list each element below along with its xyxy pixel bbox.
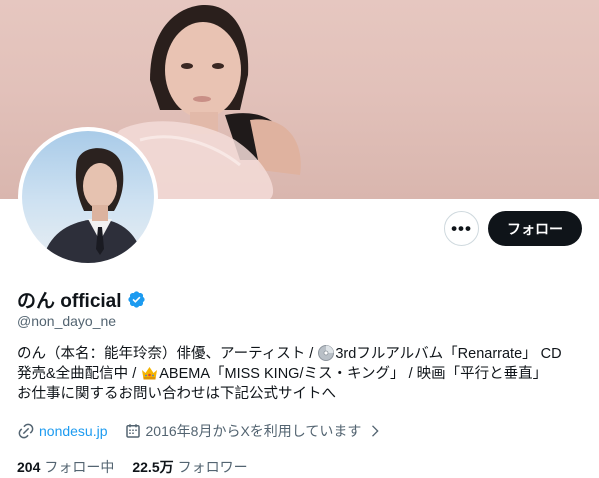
following-label: フォロー中 <box>44 459 115 475</box>
website-link[interactable]: nondesu.jp <box>39 423 108 439</box>
profile-bio: のん（本名：能年玲奈）俳優、アーティスト / 3rdフルアルバム「Renarra… <box>17 344 587 404</box>
bio-line-2: 発売&全曲配信中 / ABEMA「MISS KING/ミス・キング」 / 映画「… <box>17 364 587 384</box>
follow-button-label: フォロー <box>507 220 563 237</box>
followers-count: 22.5万 <box>132 459 174 475</box>
profile-name-row: のん official <box>17 286 146 313</box>
calendar-icon <box>125 424 140 438</box>
more-options-button[interactable]: ••• <box>444 211 479 246</box>
followers-label: フォロワー <box>177 459 248 475</box>
following-stat[interactable]: 204 フォロー中 <box>17 457 114 477</box>
bio-line-1: のん（本名：能年玲奈）俳優、アーティスト / 3rdフルアルバム「Renarra… <box>17 344 587 364</box>
link-icon <box>18 423 34 439</box>
bio-text: ABEMA「MISS KING/ミス・キング」 / 映画「平行と垂直」 <box>159 366 548 382</box>
follow-button[interactable]: フォロー <box>488 211 582 246</box>
avatar-photo <box>42 148 144 263</box>
profile-meta: nondesu.jp 2016年8月からXを利用しています <box>17 421 383 441</box>
website-item[interactable]: nondesu.jp <box>17 422 108 440</box>
follow-stats: 204 フォロー中 22.5万 フォロワー <box>17 457 248 477</box>
following-count: 204 <box>17 459 41 475</box>
joined-item[interactable]: 2016年8月からXを利用しています <box>124 421 384 441</box>
bio-text: 3rdフルアルバム「Renarrate」 CD <box>335 346 562 362</box>
bio-text: 発売&全曲配信中 / <box>17 366 141 382</box>
avatar-frame[interactable] <box>18 127 158 267</box>
chevron-right-icon <box>372 425 379 437</box>
joined-date: 2016年8月からXを利用しています <box>145 423 362 439</box>
cd-disc-icon <box>318 345 335 361</box>
display-name: のん official <box>17 291 122 312</box>
verified-badge-icon[interactable] <box>127 290 146 309</box>
profile-handle: @non_dayo_ne <box>17 313 117 329</box>
bio-line-3: お仕事に関するお問い合わせは下記公式サイトへ <box>17 386 336 402</box>
bio-text: のん（本名：能年玲奈）俳優、アーティスト / <box>17 346 318 362</box>
more-dots-icon: ••• <box>451 218 472 238</box>
crown-icon <box>142 367 158 380</box>
avatar[interactable] <box>22 131 154 263</box>
followers-stat[interactable]: 22.5万 フォロワー <box>132 457 247 477</box>
